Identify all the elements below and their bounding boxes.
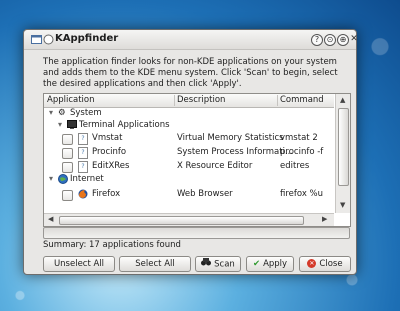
button-label: Apply bbox=[263, 259, 288, 269]
tree-item-label: Internet bbox=[70, 174, 104, 184]
select-checkbox[interactable] bbox=[62, 190, 73, 201]
app-description: Web Browser bbox=[177, 189, 233, 199]
unselect-all-button[interactable]: Unselect All bbox=[43, 256, 115, 272]
scan-progress-bar bbox=[43, 227, 350, 239]
window-menu-icon[interactable] bbox=[31, 34, 42, 45]
tree-header: Application Description Command bbox=[44, 94, 334, 108]
kappfinder-window: KAppfinder ? ⊙ ⊕ ✕ The application finde… bbox=[23, 29, 359, 275]
select-checkbox[interactable] bbox=[62, 162, 73, 173]
column-application[interactable]: Application bbox=[47, 95, 95, 105]
button-label: Close bbox=[319, 259, 343, 269]
horizontal-scrollbar[interactable]: ◀ ▶ bbox=[44, 213, 334, 226]
tree-item-label: System bbox=[70, 108, 102, 118]
scroll-up-arrow-icon[interactable]: ▲ bbox=[340, 96, 345, 104]
scroll-left-arrow-icon[interactable]: ◀ bbox=[48, 215, 53, 223]
collapse-arrow-icon[interactable]: ▾ bbox=[49, 108, 57, 117]
column-separator bbox=[174, 95, 175, 106]
applications-tree[interactable]: Application Description Command ▾ ⚙ Syst… bbox=[43, 93, 351, 227]
select-checkbox[interactable] bbox=[62, 148, 73, 159]
select-all-button[interactable]: Select All bbox=[119, 256, 191, 272]
window-title: KAppfinder bbox=[55, 33, 119, 44]
tree-item-editxres[interactable]: ? EditXRes X Resource Editor editres bbox=[44, 160, 334, 173]
column-separator bbox=[277, 95, 278, 106]
button-label: Scan bbox=[214, 259, 235, 270]
app-command: procinfo -f bbox=[280, 147, 324, 157]
app-command: firefox %u bbox=[280, 189, 324, 199]
column-command[interactable]: Command bbox=[280, 95, 324, 105]
app-description: System Process Informati... bbox=[177, 147, 294, 157]
checkmark-icon: ✔ bbox=[252, 259, 261, 269]
app-name: EditXRes bbox=[92, 161, 130, 171]
help-button[interactable]: ? bbox=[311, 34, 323, 46]
app-name: Firefox bbox=[92, 189, 121, 199]
button-label: Select All bbox=[135, 259, 175, 269]
help-document-icon: ? bbox=[78, 161, 88, 173]
binoculars-icon bbox=[201, 257, 212, 271]
description-text: The application finder looks for non-KDE… bbox=[43, 57, 338, 89]
summary-label: Summary: 17 applications found bbox=[43, 240, 181, 250]
scroll-right-arrow-icon[interactable]: ▶ bbox=[322, 215, 327, 223]
close-circle-icon: ✕ bbox=[307, 259, 317, 268]
tree-item-vmstat[interactable]: ? Vmstat Virtual Memory Statistics vmsta… bbox=[44, 132, 334, 145]
title-bar[interactable]: KAppfinder ? ⊙ ⊕ ✕ bbox=[24, 30, 359, 50]
app-command: vmstat 2 bbox=[280, 133, 318, 143]
app-name: Vmstat bbox=[92, 133, 123, 143]
app-description: Virtual Memory Statistics bbox=[177, 133, 284, 143]
app-name: Procinfo bbox=[92, 147, 127, 157]
terminal-icon bbox=[67, 120, 77, 132]
maximize-button[interactable]: ⊕ bbox=[337, 34, 349, 46]
close-button[interactable]: ✕ Close bbox=[299, 256, 351, 272]
apply-button[interactable]: ✔ Apply bbox=[246, 256, 294, 272]
vertical-scrollbar[interactable]: ▲ ▼ bbox=[335, 94, 350, 213]
close-window-button[interactable]: ✕ bbox=[349, 34, 359, 44]
select-checkbox[interactable] bbox=[62, 134, 73, 145]
help-document-icon: ? bbox=[78, 133, 88, 145]
firefox-icon bbox=[78, 189, 88, 202]
button-label: Unselect All bbox=[53, 259, 105, 269]
scroll-down-arrow-icon[interactable]: ▼ bbox=[340, 201, 345, 209]
column-description[interactable]: Description bbox=[177, 95, 225, 105]
app-command: editres bbox=[280, 161, 310, 171]
tree-item-label: Terminal Applications bbox=[79, 120, 170, 130]
collapse-arrow-icon[interactable]: ▾ bbox=[49, 174, 57, 183]
tree-item-firefox[interactable]: Firefox Web Browser firefox %u bbox=[44, 188, 334, 201]
scan-button[interactable]: Scan bbox=[195, 256, 241, 272]
app-description: X Resource Editor bbox=[177, 161, 253, 171]
tree-item-procinfo[interactable]: ? Procinfo System Process Informati... p… bbox=[44, 146, 334, 159]
collapse-arrow-icon[interactable]: ▾ bbox=[58, 120, 66, 129]
horizontal-scroll-thumb[interactable] bbox=[59, 216, 304, 225]
minimize-button[interactable]: ⊙ bbox=[324, 34, 336, 46]
tree-item-terminal-applications[interactable]: ▾ Terminal Applications bbox=[44, 119, 334, 132]
globe-icon bbox=[58, 174, 68, 187]
pin-icon[interactable] bbox=[43, 34, 54, 45]
tree-item-internet[interactable]: ▾ Internet bbox=[44, 173, 334, 186]
gear-icon: ⚙ bbox=[58, 108, 66, 118]
vertical-scroll-thumb[interactable] bbox=[338, 108, 349, 186]
help-document-icon: ? bbox=[78, 147, 88, 159]
